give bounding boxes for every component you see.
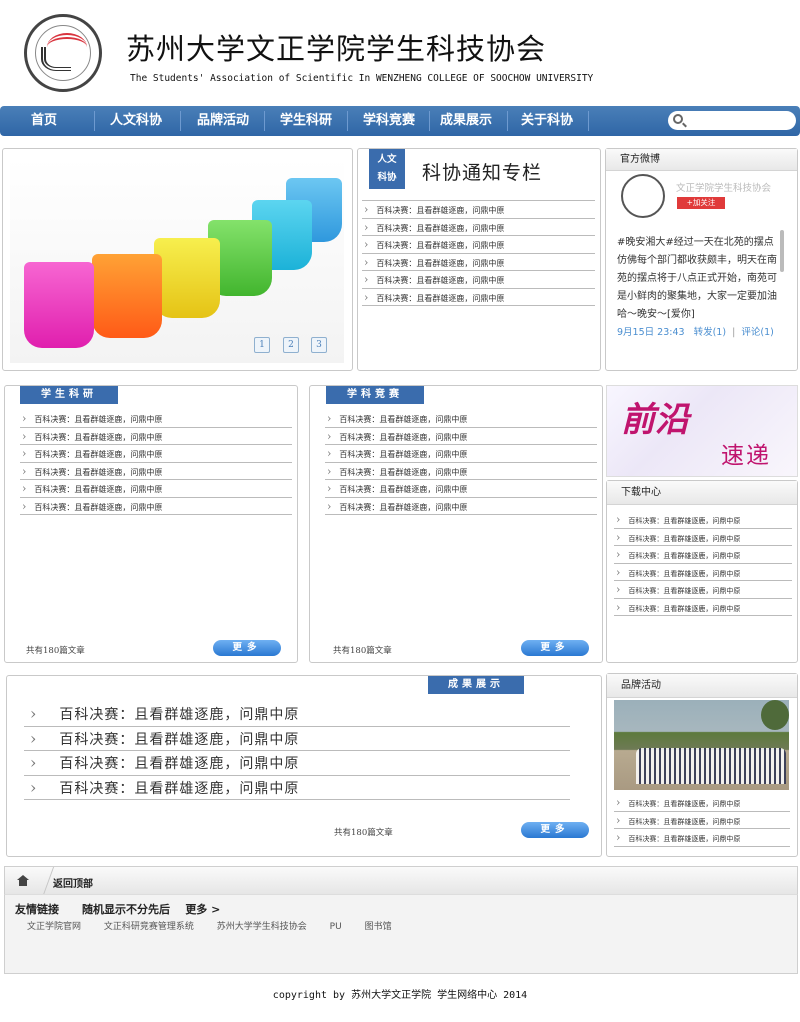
list-item[interactable]: 百科决赛：且看群雄逐鹿，问鼎中原: [24, 727, 570, 751]
brand-list: 百科决赛：且看群雄逐鹿，问鼎中原 百科决赛：且看群雄逐鹿，问鼎中原 百科决赛：且…: [614, 794, 790, 847]
nav-brand-activities[interactable]: 品牌活动: [186, 106, 260, 136]
list-item[interactable]: 百科决赛：且看群雄逐鹿，问鼎中原: [362, 271, 595, 289]
nav-research[interactable]: 学生科研: [270, 106, 342, 136]
back-to-top-link[interactable]: 返回顶部: [53, 875, 93, 890]
links-row: 文正学院官网 文正科研竞赛管理系统 苏州大学学生科技协会 PU 图书馆: [27, 919, 412, 932]
random-label: 随机显示不分先后: [81, 903, 170, 916]
list-item[interactable]: 百科决赛：且看群雄逐鹿，问鼎中原: [24, 776, 570, 800]
list-item[interactable]: 百科决赛：且看群雄逐鹿，问鼎中原: [325, 445, 597, 463]
weibo-repost-link[interactable]: 转发(1): [694, 327, 726, 338]
weibo-time: 9月15日 23:43: [617, 327, 685, 338]
friend-links: 友情链接 随机显示不分先后 更多 > 文正学院官网 文正科研竞赛管理系统 苏州大…: [4, 894, 798, 974]
list-item[interactable]: 百科决赛：且看群雄逐鹿，问鼎中原: [614, 511, 792, 529]
site-subtitle: The Students' Association of Scientific …: [130, 73, 594, 84]
association-logo[interactable]: [24, 14, 102, 92]
list-item[interactable]: 百科决赛：且看群雄逐鹿，问鼎中原: [24, 702, 570, 727]
achievements-tag: 成果展示: [428, 676, 524, 694]
copyright: copyright by 苏州大学文正学院 学生网络中心 2014: [272, 990, 528, 1001]
nav-competition[interactable]: 学科竞赛: [353, 106, 425, 136]
brand-activity-photo[interactable]: [614, 700, 789, 790]
research-more-button[interactable]: 更多: [213, 640, 281, 656]
list-item[interactable]: 百科决赛：且看群雄逐鹿，问鼎中原: [24, 751, 570, 776]
list-item[interactable]: 百科决赛：且看群雄逐鹿，问鼎中原: [325, 463, 597, 480]
list-item[interactable]: 百科决赛：且看群雄逐鹿，问鼎中原: [614, 529, 792, 546]
list-item[interactable]: 百科决赛：且看群雄逐鹿，问鼎中原: [614, 564, 792, 581]
breadcrumb-divider: [29, 867, 55, 895]
list-item[interactable]: 百科决赛：且看群雄逐鹿，问鼎中原: [362, 219, 595, 236]
list-item[interactable]: 百科决赛：且看群雄逐鹿，问鼎中原: [362, 254, 595, 271]
link-research-system[interactable]: 文正科研竞赛管理系统: [104, 922, 194, 932]
research-list: 百科决赛：且看群雄逐鹿，问鼎中原 百科决赛：且看群雄逐鹿，问鼎中原 百科决赛：且…: [20, 410, 292, 515]
banner-subtitle: 速递: [721, 443, 771, 469]
links-more-link[interactable]: 更多 >: [185, 903, 220, 916]
nav-about[interactable]: 关于科协: [511, 106, 583, 136]
weibo-name[interactable]: 文正学院学生科技协会: [676, 180, 771, 194]
list-item[interactable]: 百科决赛：且看群雄逐鹿，问鼎中原: [325, 410, 597, 428]
link-soochow-association[interactable]: 苏州大学学生科技协会: [217, 922, 307, 932]
list-item[interactable]: 百科决赛：且看群雄逐鹿，问鼎中原: [20, 463, 292, 480]
list-item[interactable]: 百科决赛：且看群雄逐鹿，问鼎中原: [614, 812, 790, 829]
notice-list: 百科决赛：且看群雄逐鹿，问鼎中原 百科决赛：且看群雄逐鹿，问鼎中原 百科决赛：且…: [362, 200, 595, 306]
list-item[interactable]: 百科决赛：且看群雄逐鹿，问鼎中原: [325, 428, 597, 445]
list-item[interactable]: 百科决赛：且看群雄逐鹿，问鼎中原: [614, 794, 790, 812]
site-title: 苏州大学文正学院学生科技协会: [126, 32, 547, 66]
slider-page-2[interactable]: 2: [283, 337, 299, 353]
weibo-scrollbar[interactable]: [780, 230, 784, 272]
banner-title: 前沿: [621, 400, 689, 440]
research-count: 共有180篇文章: [26, 646, 85, 656]
list-item[interactable]: 百科决赛：且看群雄逐鹿，问鼎中原: [20, 498, 292, 515]
nav-achievements[interactable]: 成果展示: [431, 106, 501, 136]
list-item[interactable]: 百科决赛：且看群雄逐鹿，问鼎中原: [20, 410, 292, 428]
list-item[interactable]: 百科决赛：且看群雄逐鹿，问鼎中原: [362, 289, 595, 306]
footer-bar: 返回顶部: [4, 866, 798, 895]
list-item[interactable]: 百科决赛：且看群雄逐鹿，问鼎中原: [614, 599, 792, 616]
list-item[interactable]: 百科决赛：且看群雄逐鹿，问鼎中原: [614, 829, 790, 847]
list-item[interactable]: 百科决赛：且看群雄逐鹿，问鼎中原: [614, 546, 792, 564]
links-header: 友情链接 随机显示不分先后 更多 >: [15, 901, 220, 917]
notice-tag-line1: 人文: [377, 154, 397, 165]
search-icon[interactable]: [673, 114, 683, 124]
slider-image[interactable]: [10, 158, 344, 363]
list-item[interactable]: 百科决赛：且看群雄逐鹿，问鼎中原: [20, 445, 292, 463]
competition-more-button[interactable]: 更多: [521, 640, 589, 656]
links-label: 友情链接: [15, 903, 59, 916]
downloads-title: 下载中心: [607, 481, 797, 505]
list-item[interactable]: 百科决赛：且看群雄逐鹿，问鼎中原: [362, 201, 595, 219]
list-item[interactable]: 百科决赛：且看群雄逐鹿，问鼎中原: [20, 480, 292, 498]
slider-page-3[interactable]: 3: [311, 337, 327, 353]
list-item[interactable]: 百科决赛：且看群雄逐鹿，问鼎中原: [614, 581, 792, 599]
notice-tag-line2: 科协: [377, 172, 397, 183]
weibo-title: 官方微博: [606, 149, 797, 171]
home-icon[interactable]: [17, 875, 29, 886]
list-item[interactable]: 百科决赛：且看群雄逐鹿，问鼎中原: [325, 480, 597, 498]
achievements-list: 百科决赛：且看群雄逐鹿，问鼎中原 百科决赛：且看群雄逐鹿，问鼎中原 百科决赛：且…: [24, 702, 570, 800]
list-item[interactable]: 百科决赛：且看群雄逐鹿，问鼎中原: [362, 236, 595, 254]
notice-title: 科协通知专栏: [422, 162, 543, 184]
weibo-comment-link[interactable]: 评论(1): [741, 327, 773, 338]
achievements-more-button[interactable]: 更多: [521, 822, 589, 838]
brand-title: 品牌活动: [607, 674, 797, 698]
weibo-separator: |: [732, 327, 736, 338]
weibo-avatar[interactable]: [621, 174, 665, 218]
nav-home[interactable]: 首页: [14, 106, 74, 136]
list-item[interactable]: 百科决赛：且看群雄逐鹿，问鼎中原: [325, 498, 597, 515]
weibo-post-text: #晚安湘大#经过一天在北苑的摆点仿佛每个部门都收获颇丰，明天在南苑的摆点将于八点…: [617, 237, 777, 320]
search-input[interactable]: [668, 111, 796, 130]
frontier-banner[interactable]: 前沿 速递: [606, 385, 798, 477]
competition-count: 共有180篇文章: [333, 646, 392, 656]
notice-tag: 人文 科协: [369, 149, 405, 189]
competition-list: 百科决赛：且看群雄逐鹿，问鼎中原 百科决赛：且看群雄逐鹿，问鼎中原 百科决赛：且…: [325, 410, 597, 515]
achievements-count: 共有180篇文章: [334, 828, 393, 838]
competition-tag: 学科竞赛: [326, 386, 424, 404]
link-pu[interactable]: PU: [330, 922, 342, 932]
follow-button[interactable]: +加关注: [677, 197, 725, 209]
link-library[interactable]: 图书馆: [365, 922, 392, 932]
research-tag: 学生科研: [20, 386, 118, 404]
downloads-list: 百科决赛：且看群雄逐鹿，问鼎中原 百科决赛：且看群雄逐鹿，问鼎中原 百科决赛：且…: [614, 511, 792, 616]
slider-page-1[interactable]: 1: [254, 337, 270, 353]
nav-humanities[interactable]: 人文科协: [100, 106, 172, 136]
weibo-meta: 9月15日 23:43 转发(1) | 评论(1): [617, 324, 774, 338]
link-wenzheng-official[interactable]: 文正学院官网: [27, 922, 81, 932]
list-item[interactable]: 百科决赛：且看群雄逐鹿，问鼎中原: [20, 428, 292, 445]
